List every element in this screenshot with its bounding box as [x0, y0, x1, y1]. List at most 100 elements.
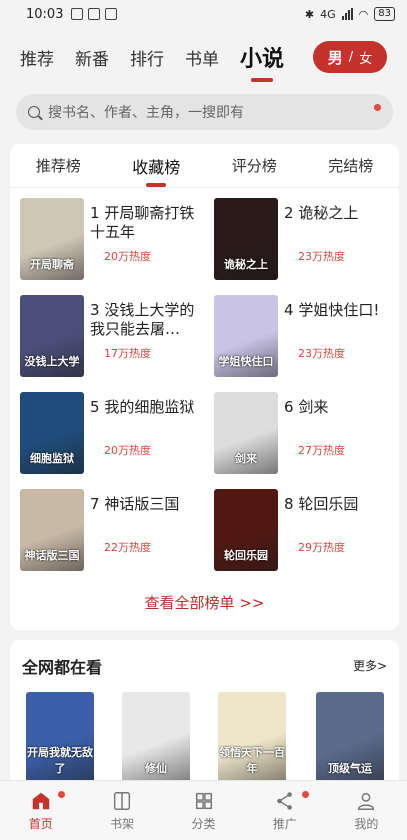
cover-title: 开局聊斋: [30, 258, 74, 271]
book-title[interactable]: 4 学姐快住口!: [284, 301, 394, 320]
rank-tab-recommend[interactable]: 推荐榜: [36, 155, 81, 176]
cover-title: 领悟天下一百年: [219, 746, 285, 775]
bottom-nav-label: 我的: [354, 816, 379, 831]
book-title[interactable]: 2 诡秘之上: [284, 204, 394, 223]
book-item[interactable]: 没钱上大学 3 没钱上大学的我只能去屠… 17万热度: [20, 295, 210, 377]
book-name: 剑来: [298, 398, 329, 416]
status-notification-icons: [71, 8, 118, 20]
search-input[interactable]: 搜书名、作者、主角，一搜即有: [16, 94, 393, 130]
book-title[interactable]: 1 开局聊斋打铁十五年: [90, 204, 200, 242]
rank-tab-rating[interactable]: 评分榜: [232, 155, 277, 176]
book-cover[interactable]: 诡秘之上: [214, 198, 278, 280]
bottom-nav-label: 分类: [191, 816, 216, 831]
recommend-book-cover[interactable]: 开局我就无敌了: [26, 692, 94, 784]
book-item[interactable]: 剑来 6 剑来 27万热度: [214, 392, 404, 474]
signal-icon: [341, 8, 353, 20]
book-name: 学姐快住口!: [298, 301, 380, 319]
recommend-book-cover[interactable]: 修仙: [122, 692, 190, 784]
category-icon: [195, 792, 212, 809]
wifi-icon: ◠: [358, 7, 369, 21]
recommend-book-cover[interactable]: 顶级气运: [316, 692, 384, 784]
net-type: 4G: [320, 7, 336, 21]
gender-female[interactable]: 女: [359, 48, 372, 67]
gender-separator: /: [348, 49, 354, 65]
book-rank: 4: [284, 301, 294, 319]
book-title[interactable]: 8 轮回乐园: [284, 495, 394, 514]
cover-title: 轮回乐园: [224, 549, 268, 562]
bottom-nav-home[interactable]: 首页: [0, 781, 81, 840]
book-item[interactable]: 轮回乐园 8 轮回乐园 29万热度: [214, 489, 404, 571]
notification-dot: [374, 104, 381, 111]
search-icon: [28, 106, 40, 118]
book-item[interactable]: 神话版三国 7 神话版三国 22万热度: [20, 489, 210, 571]
book-heat: 23万热度: [298, 347, 345, 360]
bottom-nav-label: 推广: [272, 816, 297, 831]
book-item[interactable]: 细胞监狱 5 我的细胞监狱 20万热度: [20, 392, 210, 474]
tab-new[interactable]: 新番: [75, 45, 109, 70]
book-rank: 8: [284, 495, 294, 513]
cover-title: 细胞监狱: [30, 452, 74, 465]
bookshelf-icon: [114, 791, 131, 810]
view-all-rankings-link[interactable]: 查看全部榜单 >>: [10, 592, 399, 613]
book-heat: 23万热度: [298, 250, 345, 263]
status-right: ✱ 4G ◠ 83: [305, 7, 395, 21]
tab-recommend[interactable]: 推荐: [20, 45, 54, 70]
book-cover[interactable]: 神话版三国: [20, 489, 84, 571]
book-rank: 6: [284, 398, 294, 416]
recommend-title: 全网都在看: [22, 658, 103, 677]
bottom-nav-me[interactable]: 我的: [326, 781, 407, 840]
app-notice-icon: [105, 8, 118, 20]
ranking-card: 推荐榜 收藏榜 评分榜 完结榜 开局聊斋 1 开局聊斋打铁十五年 20万热度 诡…: [10, 144, 399, 630]
book-name: 诡秘之上: [298, 204, 359, 222]
rank-tab-collect[interactable]: 收藏榜: [132, 154, 180, 178]
notification-dot: [302, 791, 310, 798]
bottom-nav-promote[interactable]: 推广: [244, 781, 325, 840]
bottom-nav-bookshelf[interactable]: 书架: [81, 781, 162, 840]
book-item[interactable]: 诡秘之上 2 诡秘之上 23万热度: [214, 198, 404, 280]
book-cover[interactable]: 轮回乐园: [214, 489, 278, 571]
book-title[interactable]: 3 没钱上大学的我只能去屠…: [90, 301, 200, 339]
tab-booklist[interactable]: 书单: [185, 45, 219, 70]
bluetooth-icon: ✱: [304, 7, 315, 21]
book-heat: 20万热度: [104, 444, 151, 457]
more-link[interactable]: 更多>: [353, 657, 387, 674]
rank-tab-finished[interactable]: 完结榜: [328, 155, 373, 176]
tab-novel[interactable]: 小说: [240, 41, 284, 73]
book-name: 轮回乐园: [298, 495, 359, 513]
book-cover[interactable]: 开局聊斋: [20, 198, 84, 280]
book-cover[interactable]: 学姐快住口: [214, 295, 278, 377]
gender-toggle[interactable]: 男 / 女: [313, 41, 387, 73]
recommend-card: 全网都在看 更多> 开局我就无敌了 修仙 领悟天下一百年 顶级气运: [10, 640, 399, 790]
book-item[interactable]: 开局聊斋 1 开局聊斋打铁十五年 20万热度: [20, 198, 210, 280]
bottom-nav-label: 书架: [110, 816, 135, 831]
tab-ranking[interactable]: 排行: [130, 45, 164, 70]
cover-title: 顶级气运: [328, 762, 372, 775]
book-name: 神话版三国: [104, 495, 180, 513]
book-item[interactable]: 学姐快住口 4 学姐快住口! 23万热度: [214, 295, 404, 377]
top-nav: 推荐 新番 排行 书单 小说 男 / 女: [0, 34, 407, 80]
book-heat: 20万热度: [104, 250, 151, 263]
book-title[interactable]: 6 剑来: [284, 398, 394, 417]
book-heat: 29万热度: [298, 541, 345, 554]
cover-title: 修仙: [145, 762, 167, 775]
share-icon: [277, 791, 292, 810]
search-placeholder: 搜书名、作者、主角，一搜即有: [48, 105, 244, 121]
book-heat: 22万热度: [104, 541, 151, 554]
book-name: 没钱上大学的我只能去屠…: [90, 301, 195, 338]
cover-title: 诡秘之上: [224, 258, 268, 271]
book-name: 我的细胞监狱: [104, 398, 195, 416]
battery-icon: 83: [374, 7, 395, 21]
cover-title: 剑来: [235, 452, 257, 465]
book-title[interactable]: 5 我的细胞监狱: [90, 398, 200, 417]
profile-icon: [358, 792, 375, 810]
gender-male[interactable]: 男: [328, 47, 343, 68]
book-cover[interactable]: 剑来: [214, 392, 278, 474]
notification-dot: [58, 791, 65, 798]
bottom-nav-category[interactable]: 分类: [163, 781, 244, 840]
bottom-nav-label: 首页: [28, 816, 53, 831]
book-cover[interactable]: 没钱上大学: [20, 295, 84, 377]
recommend-book-cover[interactable]: 领悟天下一百年: [218, 692, 286, 784]
book-rank: 2: [284, 204, 294, 222]
book-title[interactable]: 7 神话版三国: [90, 495, 200, 514]
book-cover[interactable]: 细胞监狱: [20, 392, 84, 474]
